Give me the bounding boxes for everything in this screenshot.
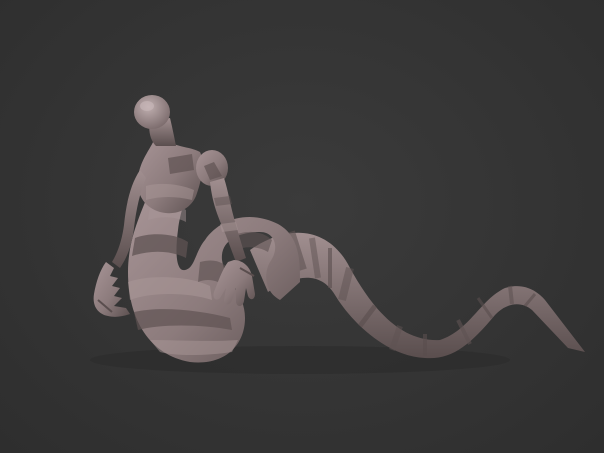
3d-viewport[interactable] [0,0,604,453]
serpent-head [134,95,176,146]
serpent-torso [137,136,203,214]
serpent-body [128,190,300,363]
serpent-tail [250,230,585,359]
sculpt-model-canvas[interactable] [0,0,604,453]
serpent-left-hand [93,262,130,317]
